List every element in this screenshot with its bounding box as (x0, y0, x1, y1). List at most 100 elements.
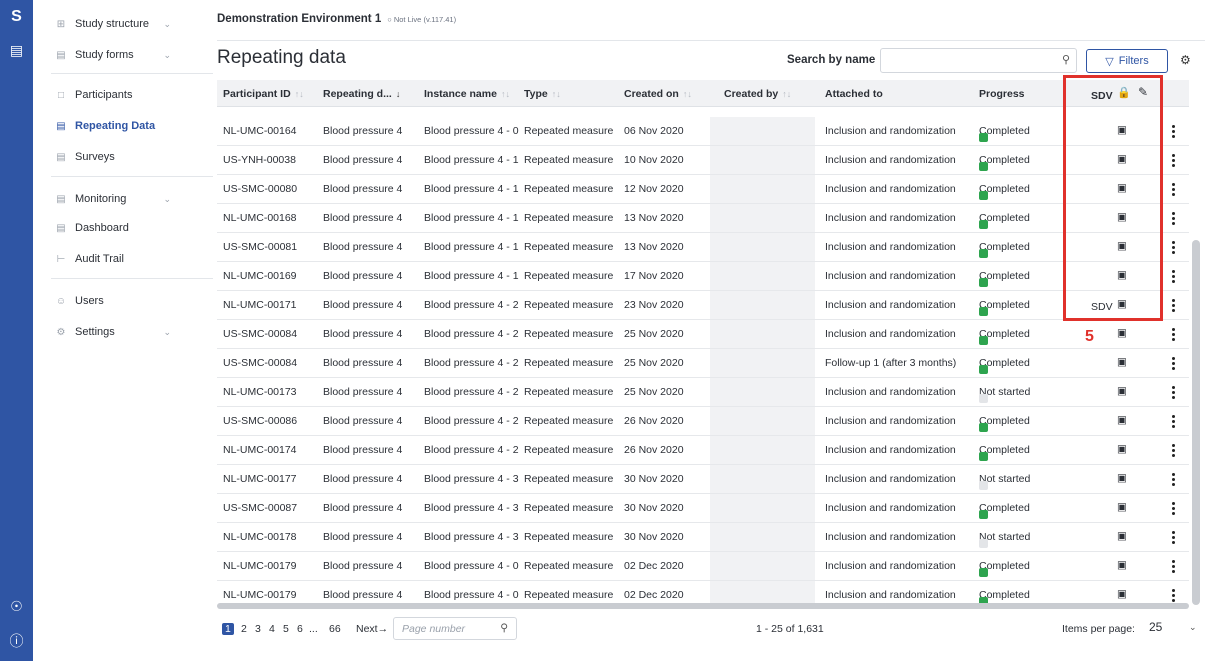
logo-icon[interactable]: S (0, 8, 33, 26)
user-circle-icon[interactable]: ☉ (0, 598, 33, 615)
more-options-icon[interactable] (1171, 357, 1177, 372)
lock-icon[interactable]: ▣ (1117, 356, 1127, 368)
col-created-on[interactable]: Created on ↑↓ (624, 88, 692, 100)
lock-icon[interactable]: ▣ (1117, 559, 1127, 571)
cell-attached: Follow-up 1 (after 3 months) (825, 357, 957, 369)
cell-attached: Inclusion and randomization (825, 183, 956, 195)
chevron-down-icon[interactable]: ⌄ (163, 194, 171, 205)
gear-icon[interactable]: ⚙ (1180, 53, 1191, 67)
table-row[interactable]: NL-UMC-00169 Blood pressure 4 Blood pressu… (217, 262, 1189, 291)
table-row[interactable]: NL-UMC-00168 Blood pressure 4 Blood pressu… (217, 204, 1189, 233)
filters-button[interactable]: ▽ Filters (1086, 49, 1168, 73)
horizontal-scrollbar[interactable] (217, 603, 1189, 609)
lock-icon[interactable]: ▣ (1117, 530, 1127, 542)
sidebar-item-audit-trail[interactable]: ⊢ Audit Trail (33, 247, 183, 271)
cell-type: Repeated measure (524, 212, 614, 224)
more-options-icon[interactable] (1171, 444, 1177, 459)
table-row[interactable]: NL-UMC-00174 Blood pressure 4 Blood pressu… (217, 436, 1189, 465)
sidebar-item-monitoring[interactable]: ▤ Monitoring ⌄ (33, 187, 183, 211)
chevron-down-icon[interactable]: ⌄ (163, 19, 171, 30)
more-options-icon[interactable] (1171, 212, 1177, 227)
lock-icon[interactable]: ▣ (1117, 501, 1127, 513)
lock-icon[interactable]: ▣ (1117, 443, 1127, 455)
next-page-button[interactable]: Next→ (356, 623, 388, 635)
book-icon[interactable]: ▤ (0, 42, 33, 59)
sidebar-item-study-forms[interactable]: ▤ Study forms ⌄ (33, 43, 183, 67)
sidebar-item-study-structure[interactable]: ⊞ Study structure ⌄ (33, 12, 183, 36)
sidebar-item-surveys[interactable]: ▤ Surveys (33, 145, 183, 169)
more-options-icon[interactable] (1171, 241, 1177, 256)
col-repeating-data[interactable]: Repeating d... ↓ (323, 88, 400, 100)
cell-created: 06 Nov 2020 (624, 125, 684, 137)
col-participant-id[interactable]: Participant ID ↑↓ (223, 88, 304, 100)
more-options-icon[interactable] (1171, 560, 1177, 575)
more-options-icon[interactable] (1171, 589, 1177, 604)
lock-icon[interactable]: ▣ (1117, 588, 1127, 600)
sidebar-item-participants[interactable]: □ Participants (33, 83, 183, 107)
more-options-icon[interactable] (1171, 386, 1177, 401)
more-options-icon[interactable] (1171, 531, 1177, 546)
created-by-cell (710, 378, 815, 406)
chevron-down-icon[interactable]: ⌄ (163, 50, 171, 61)
more-options-icon[interactable] (1171, 328, 1177, 343)
more-options-icon[interactable] (1171, 270, 1177, 285)
page-link[interactable]: 1 (222, 623, 234, 635)
table-row[interactable]: NL-UMC-00177 Blood pressure 4 Blood pressu… (217, 465, 1189, 494)
page-link[interactable]: 6 (297, 623, 303, 635)
status-dot (979, 336, 988, 345)
lock-icon[interactable]: ▣ (1117, 327, 1127, 339)
sidebar-item-settings[interactable]: ⚙ Settings ⌄ (33, 320, 183, 344)
col-created-by[interactable]: Created by ↑↓ (724, 88, 791, 100)
search-icon[interactable]: ⚲ (1062, 53, 1070, 66)
progress-status: Completed (979, 328, 1030, 345)
more-options-icon[interactable] (1171, 183, 1177, 198)
sidebar-item-dashboard[interactable]: ▤ Dashboard (33, 216, 183, 240)
status-dot (979, 365, 988, 374)
cell-rd: Blood pressure 4 (323, 415, 403, 427)
more-options-icon[interactable] (1171, 473, 1177, 488)
table-row[interactable]: US-YNH-00038 Blood pressure 4 Blood pressu… (217, 146, 1189, 175)
vertical-scrollbar[interactable] (1192, 240, 1200, 605)
table-row[interactable]: NL-UMC-00171 Blood pressure 4 Blood pressu… (217, 291, 1189, 320)
table-row[interactable]: NL-UMC-00178 Blood pressure 4 Blood pressu… (217, 523, 1189, 552)
table-row[interactable]: US-SMC-00087 Blood pressure 4 Blood pressu… (217, 494, 1189, 523)
chevron-down-icon[interactable]: ⌄ (163, 327, 171, 338)
monitoring-icon: ▤ (56, 193, 66, 205)
table-row[interactable]: NL-UMC-00173 Blood pressure 4 Blood pressu… (217, 378, 1189, 407)
sidebar-item-label: Audit Trail (75, 253, 124, 265)
more-options-icon[interactable] (1171, 154, 1177, 169)
col-progress[interactable]: Progress (979, 88, 1025, 100)
chevron-down-icon[interactable]: ⌄ (1189, 622, 1197, 633)
help-circle-icon[interactable]: ⓘ (0, 631, 33, 651)
page-link[interactable]: 4 (269, 623, 275, 635)
cell-inst: Blood pressure 4 - 1 (424, 212, 519, 224)
search-input[interactable]: ⚲ (880, 48, 1077, 73)
page-link[interactable]: 2 (241, 623, 247, 635)
table-row[interactable]: US-SMC-00084 Blood pressure 4 Blood pressu… (217, 320, 1189, 349)
items-per-page-select[interactable]: 25 (1149, 620, 1162, 634)
cell-type: Repeated measure (524, 502, 614, 514)
table-row[interactable]: NL-UMC-00179 Blood pressure 4 Blood pressu… (217, 552, 1189, 581)
lock-icon[interactable]: ▣ (1117, 414, 1127, 426)
page-link[interactable]: 5 (283, 623, 289, 635)
table-row[interactable]: US-SMC-00081 Blood pressure 4 Blood pressu… (217, 233, 1189, 262)
page-link[interactable]: 66 (329, 623, 341, 635)
page-link[interactable]: 3 (255, 623, 261, 635)
table-row[interactable]: US-SMC-00084 Blood pressure 4 Blood pressu… (217, 349, 1189, 378)
table-row[interactable]: US-SMC-00080 Blood pressure 4 Blood pressu… (217, 175, 1189, 204)
more-options-icon[interactable] (1171, 125, 1177, 140)
sidebar-item-repeating-data[interactable]: ▤ Repeating Data (33, 114, 183, 138)
sidebar-item-users[interactable]: ☺ Users (33, 289, 183, 313)
more-options-icon[interactable] (1171, 299, 1177, 314)
lock-icon[interactable]: ▣ (1117, 385, 1127, 397)
col-instance-name[interactable]: Instance name ↑↓ (424, 88, 510, 100)
col-attached-to[interactable]: Attached to (825, 88, 883, 100)
table-row[interactable]: NL-UMC-00164 Blood pressure 4 Blood pressu… (217, 117, 1189, 146)
lock-icon[interactable]: ▣ (1117, 472, 1127, 484)
table-row[interactable]: US-SMC-00086 Blood pressure 4 Blood pressu… (217, 407, 1189, 436)
page-number-input[interactable]: Page number ⚲ (393, 617, 517, 640)
col-type[interactable]: Type ↑↓ (524, 88, 561, 100)
search-icon[interactable]: ⚲ (500, 622, 508, 634)
more-options-icon[interactable] (1171, 415, 1177, 430)
more-options-icon[interactable] (1171, 502, 1177, 517)
